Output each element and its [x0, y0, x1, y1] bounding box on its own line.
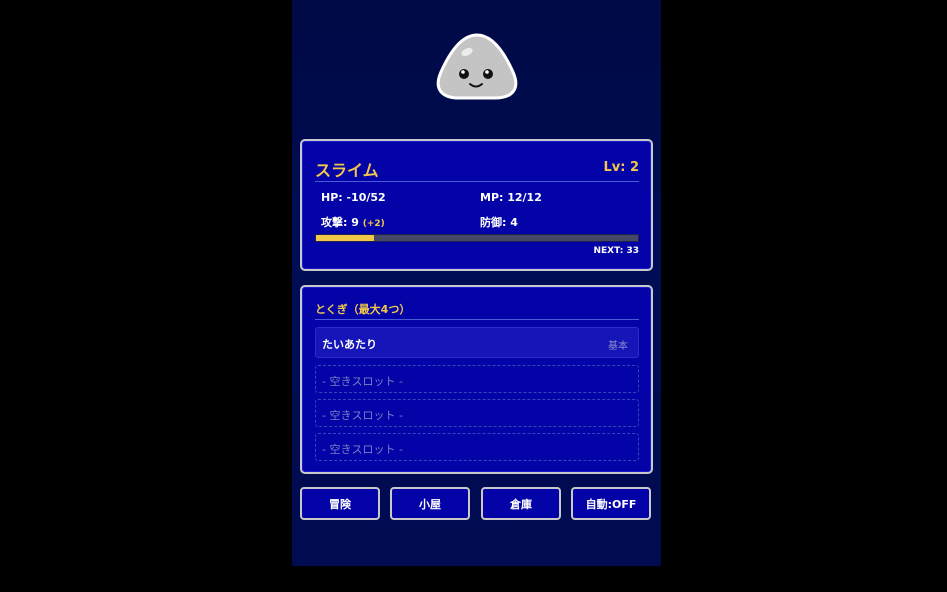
slime-icon: [433, 32, 521, 102]
skill-name: たいあたり: [322, 338, 377, 351]
adventure-button[interactable]: 冒険: [300, 487, 380, 520]
skill-slot-2[interactable]: - 空きスロット -: [315, 365, 639, 393]
divider: [315, 319, 639, 320]
game-screen: スライム Lv: 2 HP: -10/52 MP: 12/12 攻撃: 9 (+…: [292, 0, 661, 566]
skill-type-tag: 基本: [608, 341, 628, 352]
exp-bar-fill: [316, 235, 374, 241]
auto-toggle-button[interactable]: 自動:OFF: [571, 487, 651, 520]
empty-slot-label: - 空きスロット -: [322, 443, 403, 456]
status-panel: スライム Lv: 2 HP: -10/52 MP: 12/12 攻撃: 9 (+…: [300, 139, 653, 271]
exp-bar: [315, 234, 639, 242]
hut-button[interactable]: 小屋: [390, 487, 470, 520]
skills-panel: とくぎ（最大4つ） たいあたり 基本 - 空きスロット - - 空きスロット -…: [300, 285, 653, 474]
monster-name: スライム: [315, 161, 379, 180]
attack-bonus: (+2): [362, 219, 385, 229]
next-exp: NEXT: 33: [593, 246, 639, 256]
attack-stat-row: 攻撃: 9 (+2): [321, 214, 385, 230]
hp-stat: HP: -10/52: [321, 191, 386, 204]
skill-slot-3[interactable]: - 空きスロット -: [315, 399, 639, 427]
empty-slot-label: - 空きスロット -: [322, 409, 403, 422]
storage-button[interactable]: 倉庫: [481, 487, 561, 520]
skill-slot-1[interactable]: たいあたり 基本: [315, 327, 639, 358]
mp-stat: MP: 12/12: [480, 191, 542, 204]
attack-stat: 攻撃: 9: [321, 216, 359, 229]
defense-stat: 防御: 4: [480, 216, 518, 229]
skill-slot-4[interactable]: - 空きスロット -: [315, 433, 639, 461]
monster-level: Lv: 2: [603, 160, 639, 175]
divider: [315, 181, 639, 182]
skills-title: とくぎ（最大4つ）: [315, 303, 411, 316]
empty-slot-label: - 空きスロット -: [322, 375, 403, 388]
